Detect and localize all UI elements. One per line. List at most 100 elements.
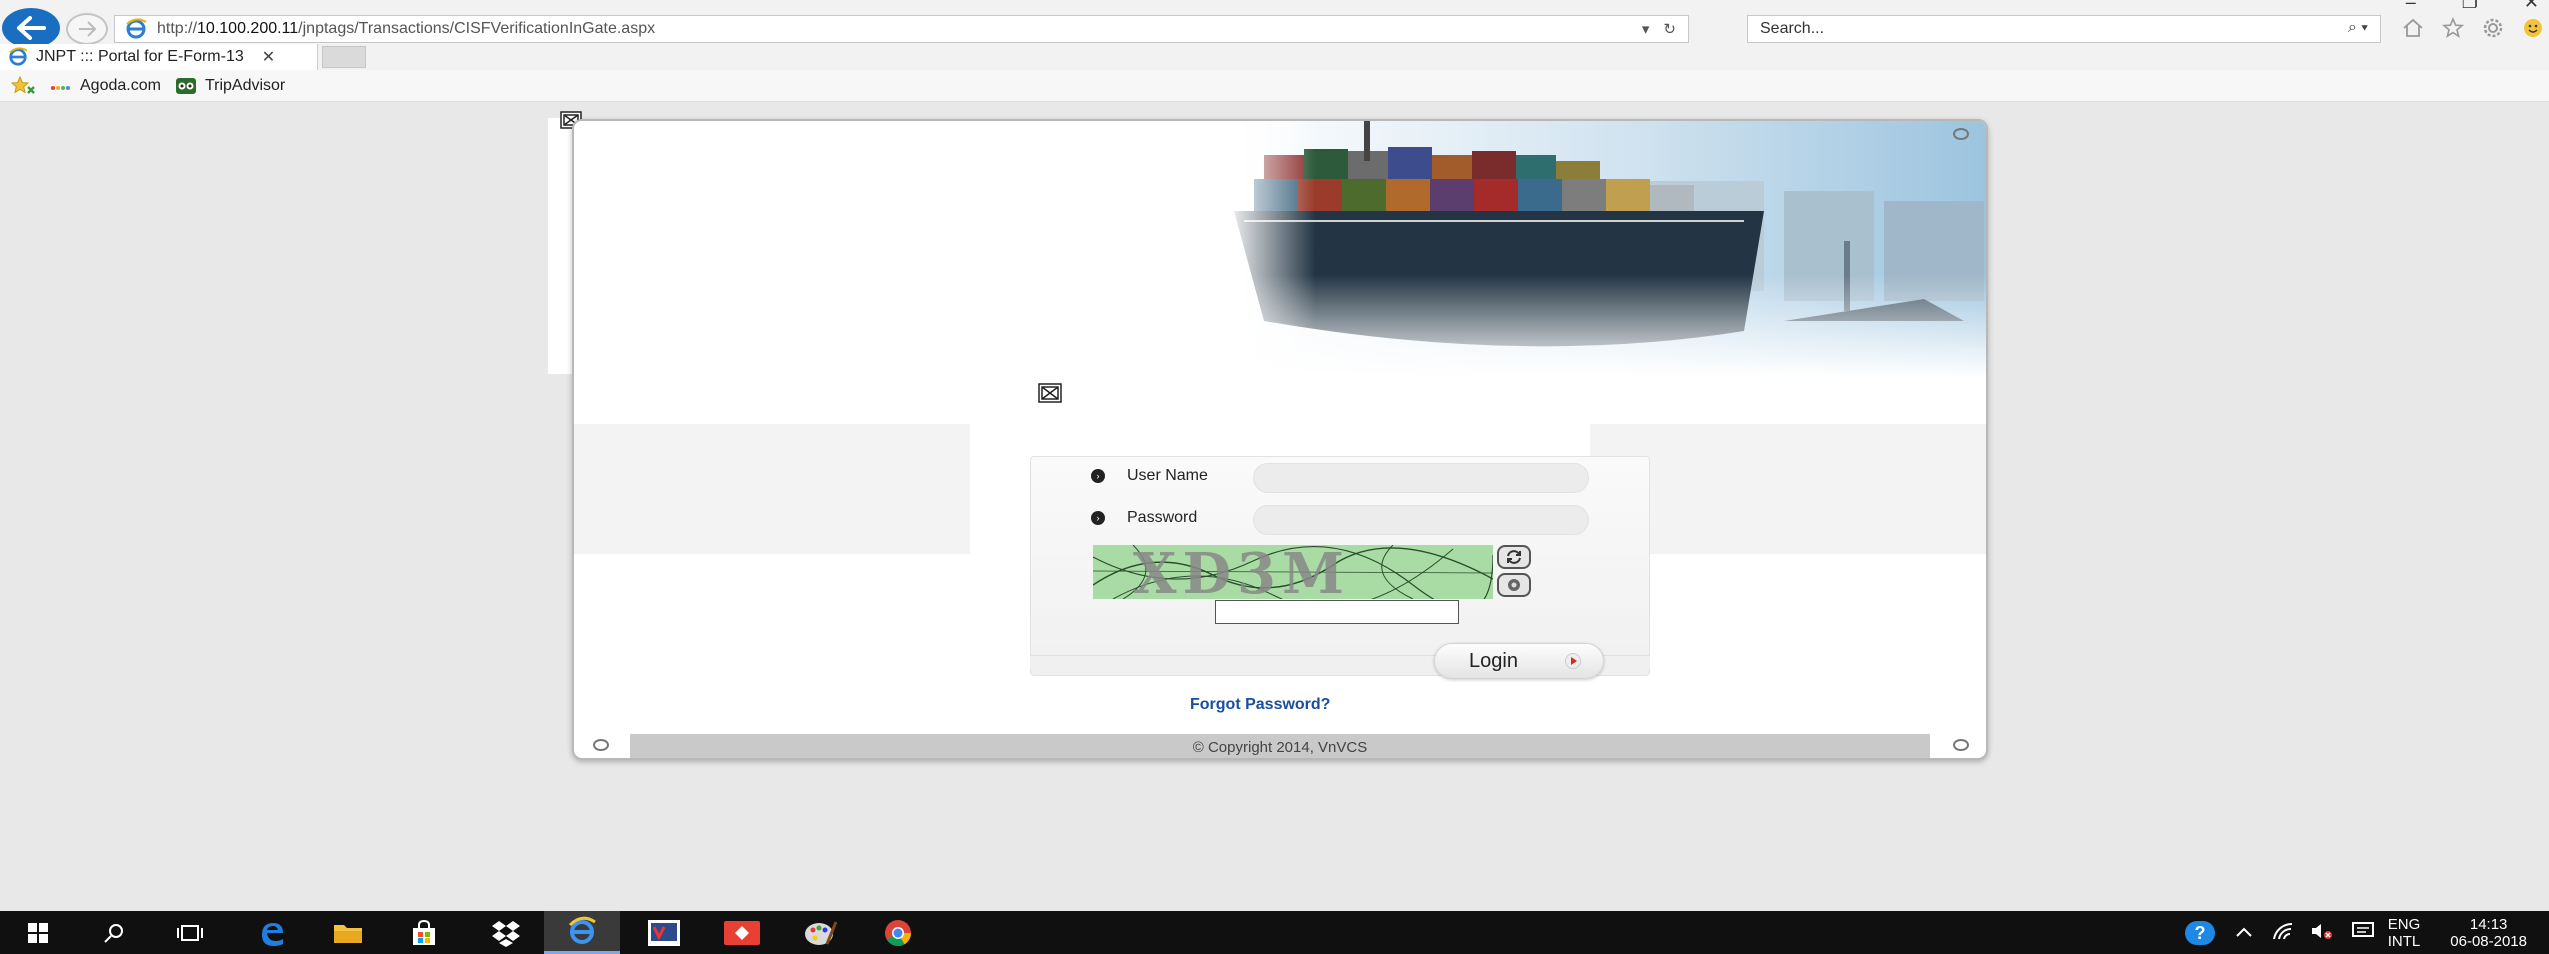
network-wifi-icon[interactable]: [2272, 922, 2294, 944]
captcha-image: XD3M: [1093, 545, 1493, 599]
taskbar-file-explorer[interactable]: [310, 911, 386, 954]
play-arrow-icon: [1565, 653, 1581, 669]
taskbar-search-button[interactable]: [76, 911, 152, 954]
search-icon[interactable]: ⌕ ▾: [2348, 19, 2368, 37]
dropbox-icon: [492, 920, 520, 947]
taskbar-edge[interactable]: [234, 911, 310, 954]
svg-text:?: ?: [2194, 923, 2205, 943]
forward-button[interactable]: [66, 13, 108, 45]
captcha-audio-button[interactable]: [1497, 573, 1531, 597]
footer-bar: © Copyright 2014, VnVCS: [630, 734, 1930, 758]
tab-row: JNPT ::: Portal for E-Form-13 ✕: [0, 44, 2549, 70]
copyright-text: © Copyright 2014, VnVCS: [1192, 738, 1368, 756]
speaker-icon: [1508, 579, 1520, 591]
taskbar-paint[interactable]: [782, 911, 858, 954]
corner-decoration-icon: [1953, 739, 1969, 751]
captcha-input[interactable]: [1215, 600, 1459, 624]
add-favorite-star-icon[interactable]: [10, 75, 36, 97]
favorite-tripadvisor[interactable]: TripAdvisor: [175, 77, 285, 95]
home-icon[interactable]: [2400, 15, 2426, 41]
favorite-agoda[interactable]: Agoda.com: [50, 77, 161, 95]
store-bag-icon: [413, 919, 435, 945]
task-view-button[interactable]: [152, 911, 228, 954]
broken-image-icon: [1038, 383, 1062, 403]
taskbar-vnc-viewer[interactable]: [626, 911, 702, 954]
password-row: › Password: [1091, 509, 1247, 527]
favorites-star-icon[interactable]: [2440, 15, 2466, 41]
help-icon[interactable]: ?: [2184, 920, 2216, 946]
address-dropdown-icon[interactable]: ▾: [1642, 20, 1650, 38]
restore-icon[interactable]: ❐: [2462, 0, 2478, 13]
tab-jnpt-portal[interactable]: JNPT ::: Portal for E-Form-13 ✕: [0, 44, 318, 70]
back-button[interactable]: [2, 8, 60, 48]
smiley-feedback-icon[interactable]: [2520, 15, 2546, 41]
keyboard-layout: INTL: [2387, 932, 2421, 950]
vnc-icon: [648, 919, 680, 946]
agoda-icon: [51, 85, 70, 90]
url-text[interactable]: http://10.100.200.11/jnptags/Transaction…: [157, 20, 655, 38]
window-controls: – ❐ ✕: [2406, 0, 2539, 13]
clock-time: 14:13: [2469, 915, 2508, 933]
tab-title: JNPT ::: Portal for E-Form-13: [36, 48, 244, 65]
username-input[interactable]: [1253, 463, 1589, 493]
favorite-label: Agoda.com: [80, 76, 161, 94]
system-tray: ? ENG INTL 14:13 06-08-2018: [2184, 911, 2549, 954]
notifications-icon[interactable]: [2351, 921, 2374, 944]
edge-icon: [262, 922, 283, 946]
windows-logo-icon: [28, 922, 48, 943]
bullet-arrow-icon: ›: [1091, 511, 1105, 525]
login-container: › User Name › Password XD3M Login Forgot…: [572, 119, 1988, 760]
container-ship-image: [1224, 121, 1986, 377]
refresh-icon[interactable]: ↻: [1663, 20, 1676, 38]
ie-icon: [568, 916, 596, 944]
tripadvisor-icon: [175, 77, 196, 94]
taskbar-dropbox[interactable]: [468, 911, 544, 954]
address-controls: ▾ ↻: [1642, 20, 1676, 38]
header-banner: [574, 121, 1986, 377]
favorite-label: TripAdvisor: [204, 76, 286, 94]
arrow-left-icon: [17, 16, 46, 40]
show-hidden-icons-icon[interactable]: [2236, 924, 2252, 941]
page-content: › User Name › Password XD3M Login Forgot…: [0, 103, 2549, 911]
paint-palette-icon: [805, 920, 837, 945]
search-icon: [104, 923, 123, 943]
language-code: ENG: [2387, 915, 2421, 933]
corner-decoration-icon: [1953, 128, 1969, 140]
input-language[interactable]: ENG INTL: [2388, 916, 2421, 950]
captcha-refresh-button[interactable]: [1497, 545, 1531, 569]
corner-decoration-icon: [593, 739, 609, 751]
address-bar[interactable]: http://10.100.200.11/jnptags/Transaction…: [114, 15, 1689, 43]
clock[interactable]: 14:13 06-08-2018: [2450, 916, 2527, 950]
login-label: Login: [1469, 649, 1518, 672]
banner-left-strip: [548, 118, 574, 374]
username-row: › User Name: [1091, 467, 1247, 485]
ie-page-icon: [126, 18, 147, 39]
password-label: Password: [1127, 509, 1198, 526]
windows-taskbar: ? ENG INTL 14:13 06-08-2018: [0, 911, 2549, 954]
password-input[interactable]: [1253, 505, 1589, 535]
taskbar-store[interactable]: [386, 911, 462, 954]
taskbar-internet-explorer[interactable]: [544, 911, 620, 954]
new-tab-button[interactable]: [322, 46, 366, 68]
settings-gear-icon[interactable]: [2480, 15, 2506, 41]
bullet-arrow-icon: ›: [1091, 469, 1105, 483]
login-button[interactable]: Login: [1434, 643, 1604, 679]
volume-muted-icon[interactable]: [2310, 922, 2334, 944]
folder-icon: [334, 924, 362, 943]
task-view-icon: [177, 924, 203, 941]
close-window-icon[interactable]: ✕: [2524, 0, 2539, 13]
taskbar-anydesk[interactable]: [704, 911, 780, 954]
tab-close-icon[interactable]: ✕: [262, 47, 275, 67]
forgot-password-link[interactable]: Forgot Password?: [1190, 696, 1330, 714]
start-button[interactable]: [0, 911, 76, 954]
search-bar[interactable]: Search... ⌕ ▾: [1747, 15, 2381, 43]
search-placeholder: Search...: [1760, 20, 1825, 37]
captcha-text: XD3M: [1133, 545, 1350, 599]
ie-tab-icon: [9, 47, 28, 66]
taskbar-chrome[interactable]: [860, 911, 936, 954]
clock-date: 06-08-2018: [2450, 932, 2527, 950]
anydesk-icon: [724, 920, 760, 945]
minimize-icon[interactable]: –: [2406, 0, 2416, 13]
username-label: User Name: [1127, 467, 1208, 484]
refresh-arrows-icon: [1507, 550, 1521, 564]
